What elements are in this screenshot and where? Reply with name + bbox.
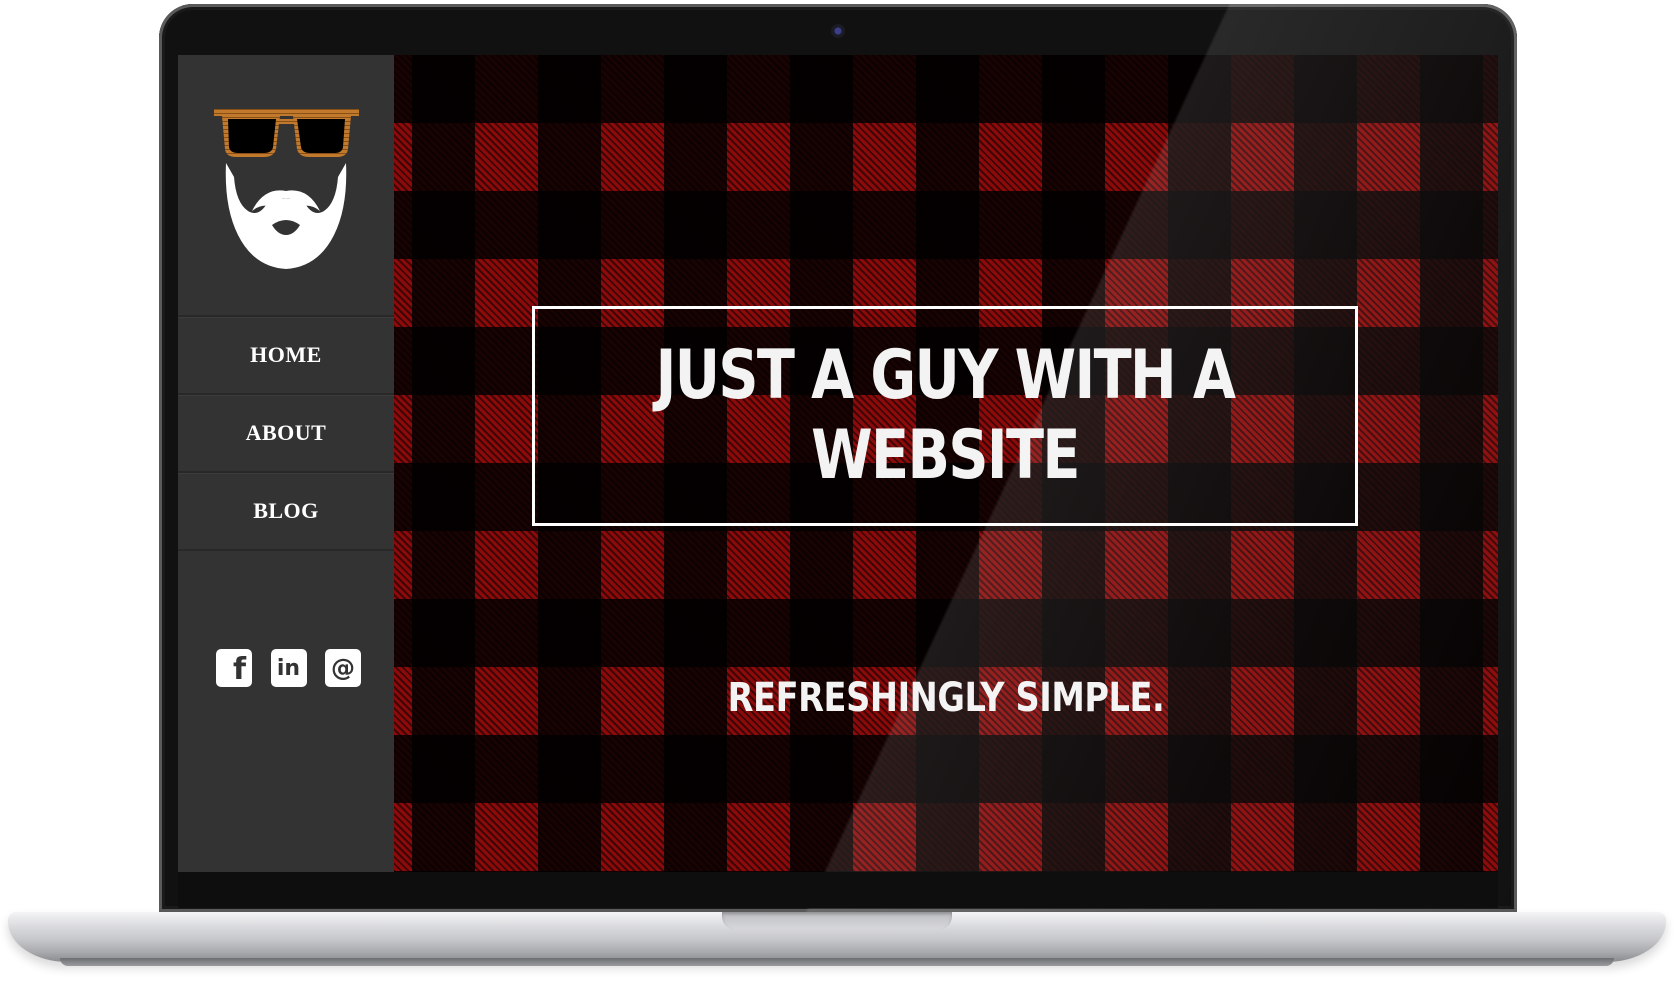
- hero-title: JUST A GUY WITH A WEBSITE: [655, 336, 1236, 495]
- hero-title-box: JUST A GUY WITH A WEBSITE: [532, 306, 1358, 526]
- hero-section: JUST A GUY WITH A WEBSITE REFRESHINGLY S…: [394, 55, 1498, 872]
- nav-item-label: BLOG: [253, 498, 319, 523]
- nav-item-blog[interactable]: BLOG: [178, 473, 394, 551]
- laptop-base-bottom: [60, 958, 1614, 966]
- hero-tagline: REFRESHINGLY SIMPLE.: [727, 675, 1165, 721]
- main-nav: HOME ABOUT BLOG: [178, 315, 394, 551]
- laptop-opening-notch: [722, 912, 952, 930]
- camera-icon: [831, 24, 845, 38]
- nav-item-home[interactable]: HOME: [178, 317, 394, 395]
- website-screen: HOME ABOUT BLOG f in @ JUST A GUY WITH A…: [178, 55, 1498, 872]
- sidebar: HOME ABOUT BLOG f in @: [178, 55, 395, 872]
- facebook-icon[interactable]: f: [216, 649, 252, 687]
- email-icon[interactable]: @: [325, 649, 361, 687]
- nav-item-label: HOME: [250, 342, 322, 367]
- social-links: f in @: [216, 649, 361, 687]
- laptop-mockup: HOME ABOUT BLOG f in @ JUST A GUY WITH A…: [0, 0, 1674, 1000]
- screen-bezel-bottom: [178, 872, 1498, 908]
- bearded-man-with-glasses-icon[interactable]: [214, 107, 359, 272]
- nav-item-label: ABOUT: [245, 420, 327, 445]
- nav-item-about[interactable]: ABOUT: [178, 395, 394, 473]
- linkedin-icon[interactable]: in: [270, 649, 307, 687]
